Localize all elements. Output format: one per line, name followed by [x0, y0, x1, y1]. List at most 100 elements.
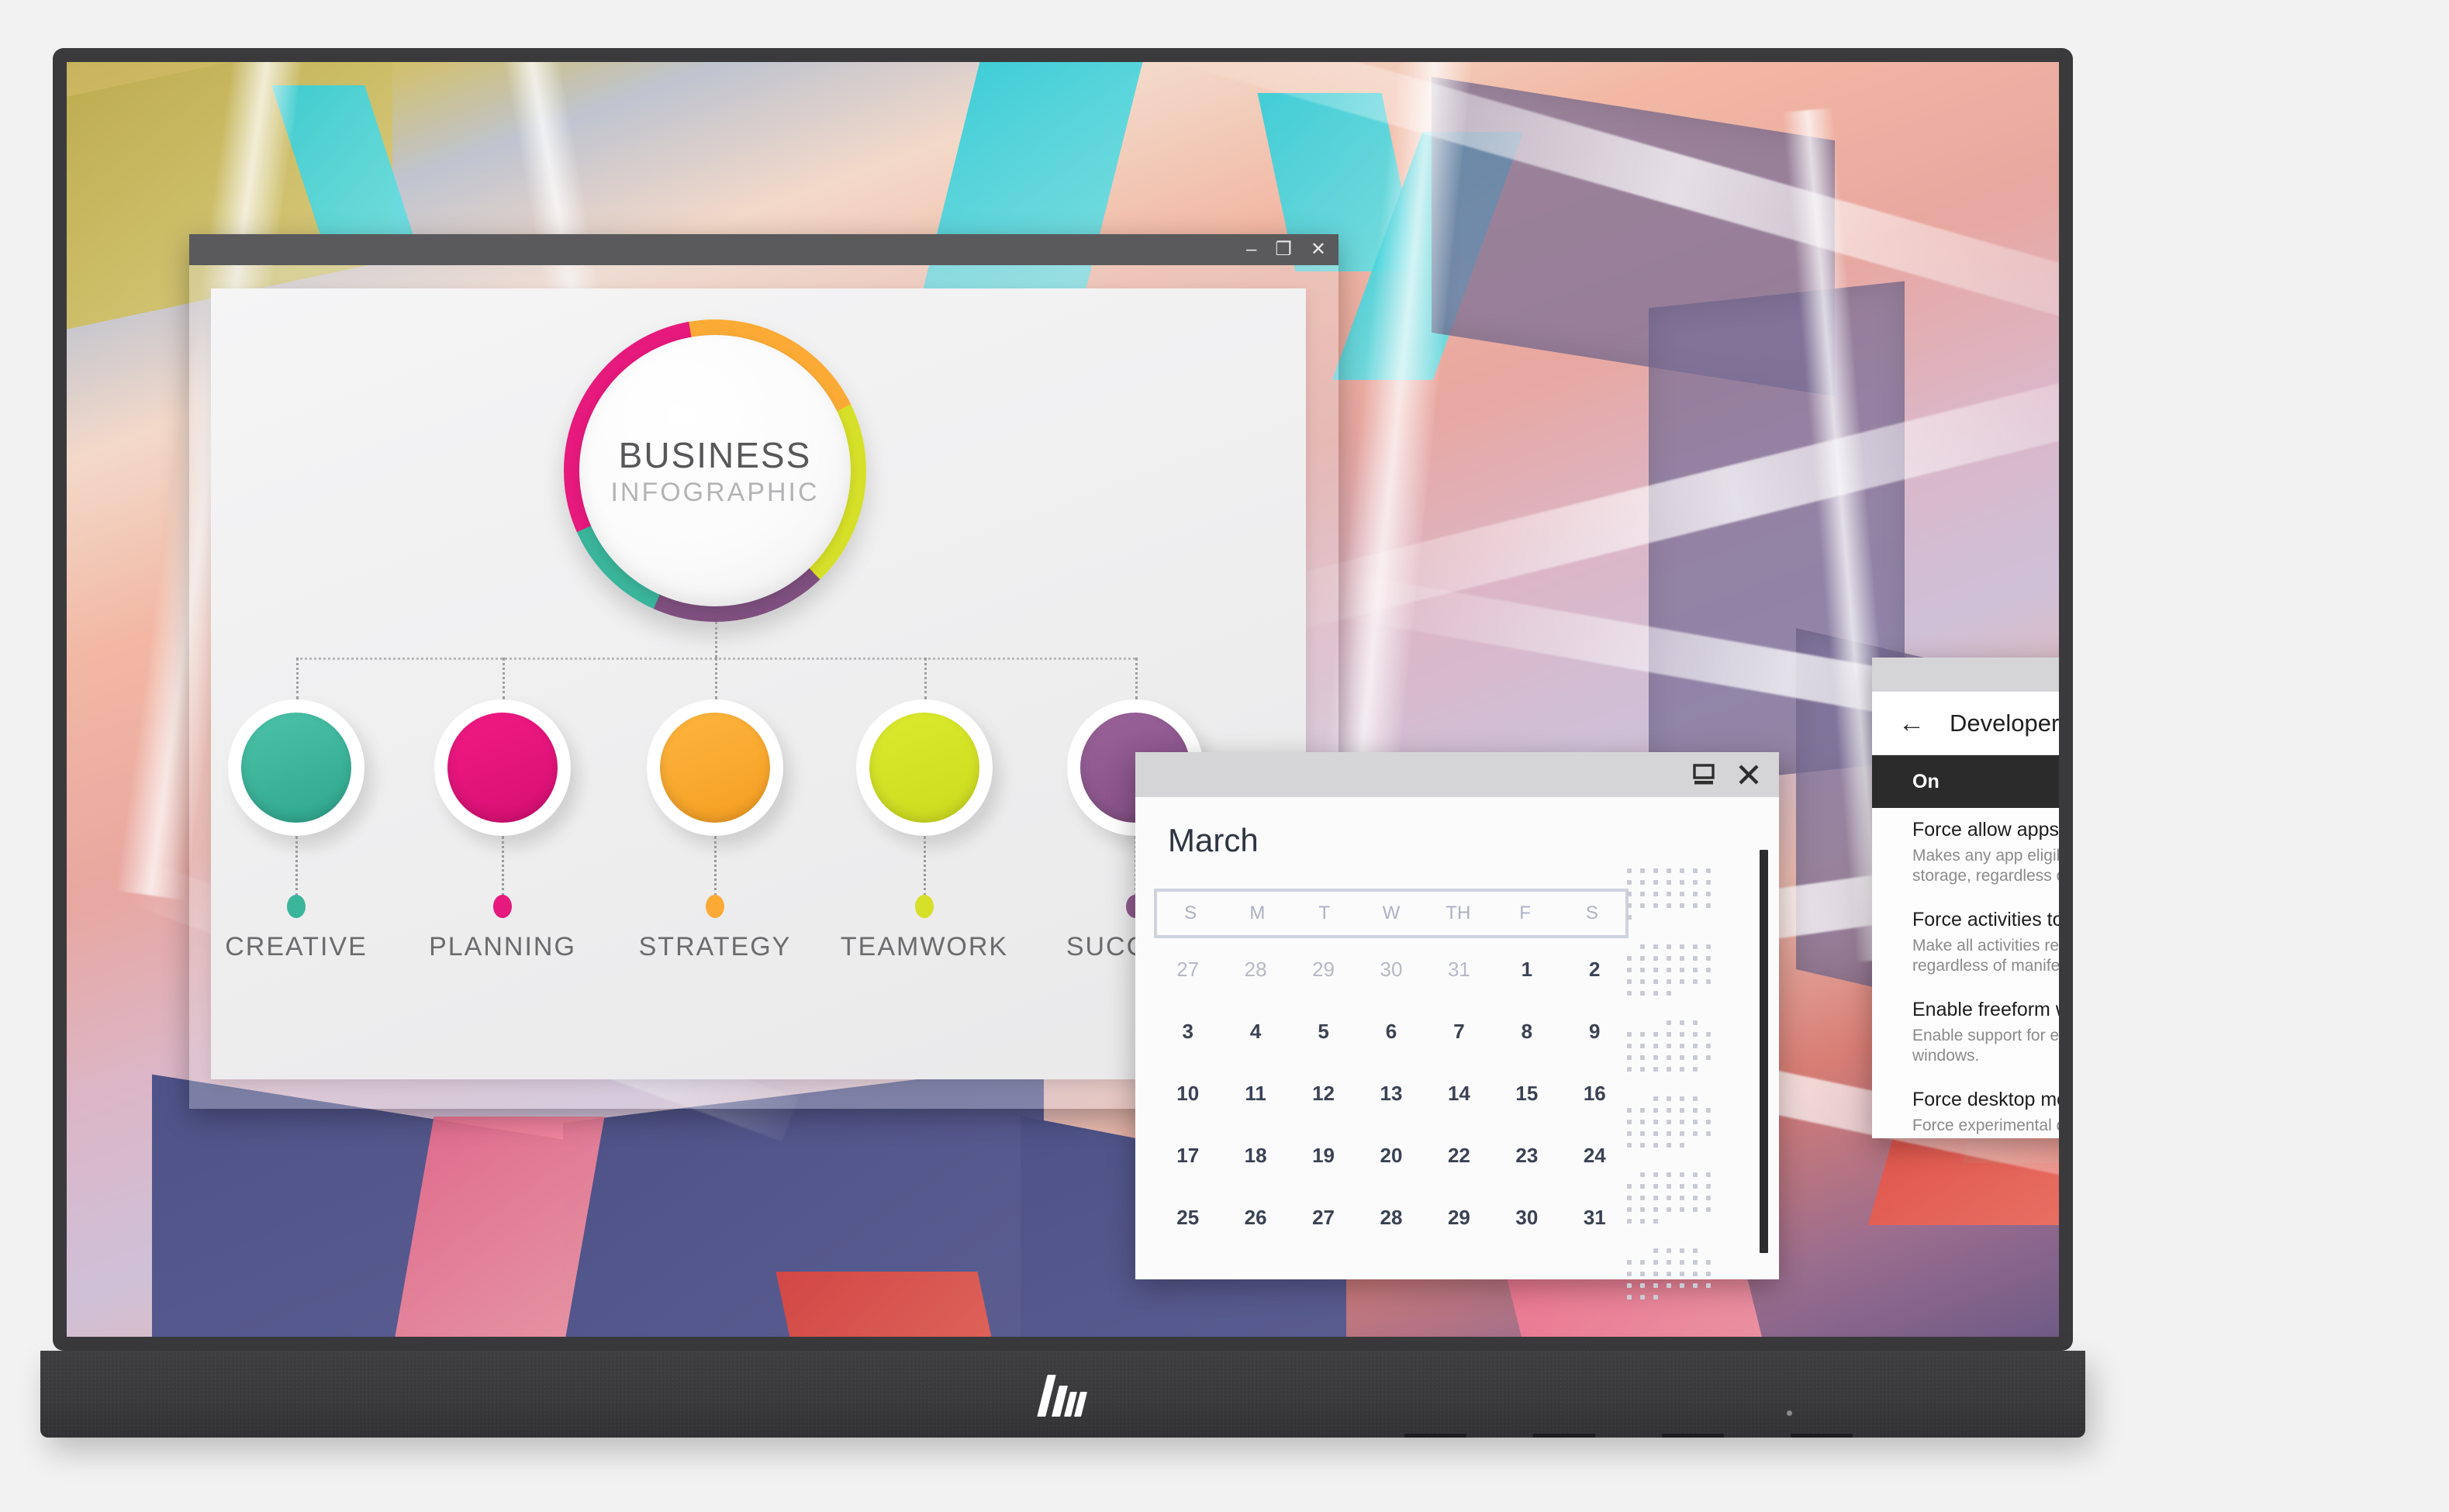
restore-icon[interactable] — [1692, 763, 1715, 786]
infographic-hub: BUSINESS INFOGRAPHIC — [564, 319, 866, 622]
node-label: STRATEGY — [620, 932, 810, 962]
close-icon[interactable] — [1737, 763, 1760, 786]
developer-options-window[interactable]: ← Developer options On Force allow apps … — [1872, 658, 2059, 1138]
calendar-day-cell[interactable]: 20 — [1357, 1144, 1425, 1168]
close-icon[interactable]: ✕ — [1311, 240, 1326, 259]
calendar-day-cell[interactable]: 24 — [1561, 1144, 1629, 1168]
calendar-day-cell[interactable]: 14 — [1425, 1082, 1493, 1106]
calendar-scrollbar[interactable] — [1760, 850, 1768, 1253]
dot-block — [1627, 944, 1712, 996]
developer-options-list[interactable]: Force allow apps on external Makes any a… — [1872, 808, 2059, 1138]
infographic-node-creative[interactable]: CREATIVE — [228, 699, 364, 836]
node-dot — [915, 895, 934, 918]
node-stem — [502, 836, 504, 896]
node-label: PLANNING — [408, 932, 597, 962]
calendar-day-cell[interactable]: 7 — [1425, 1020, 1493, 1044]
developer-options-titlebar[interactable] — [1872, 658, 2059, 692]
calendar-day-cell[interactable]: 29 — [1425, 1206, 1493, 1230]
calendar-day-cell[interactable]: 3 — [1154, 1020, 1221, 1044]
hub-title: BUSINESS — [619, 434, 812, 476]
calendar-day-cell[interactable]: 4 — [1221, 1020, 1289, 1044]
settings-row-force-allow-apps-on-external[interactable]: Force allow apps on external Makes any a… — [1872, 808, 2059, 898]
calendar-day-cell[interactable]: 1 — [1493, 958, 1560, 982]
page-title: Developer options — [1950, 709, 2059, 737]
node-label: CREATIVE — [211, 932, 391, 962]
calendar-day-cell[interactable]: 28 — [1221, 958, 1289, 982]
settings-row-title: Force allow apps on external — [1912, 819, 2059, 841]
calendar-day-cell[interactable]: 15 — [1493, 1082, 1560, 1106]
calendar-day-cell[interactable]: 12 — [1290, 1082, 1357, 1106]
settings-row-text: Force allow apps on external Makes any a… — [1912, 819, 2059, 887]
calendar-day-cell[interactable]: 28 — [1357, 1206, 1425, 1230]
chin-buttons[interactable] — [40, 1433, 2085, 1438]
osd-button[interactable] — [1404, 1434, 1466, 1438]
calendar-week-row: 17 18 19 20 22 23 24 — [1154, 1124, 1629, 1186]
calendar-day-cell[interactable]: 5 — [1290, 1020, 1357, 1044]
calendar-month-title: March — [1168, 822, 1259, 859]
node-stem — [295, 836, 298, 896]
calendar-day-cell[interactable]: 17 — [1154, 1144, 1221, 1168]
developer-options-header: ← Developer options — [1872, 692, 2059, 755]
node-stem — [924, 836, 926, 896]
calendar-day-cell[interactable]: 9 — [1561, 1020, 1629, 1044]
infographic-titlebar[interactable]: – ❐ ✕ — [189, 234, 1338, 265]
calendar-day-cell[interactable]: 2 — [1561, 958, 1629, 982]
calendar-titlebar[interactable] — [1135, 752, 1779, 797]
monitor-bezel: – ❐ ✕ BUSINESS INFOGRAPHIC — [53, 48, 2073, 1351]
calendar-week-row: 25 26 27 28 29 30 31 — [1154, 1186, 1629, 1248]
weekday-header-cell: W — [1358, 903, 1425, 924]
calendar-day-cell[interactable]: 26 — [1221, 1206, 1289, 1230]
calendar-day-cell[interactable]: 22 — [1425, 1144, 1493, 1168]
desktop[interactable]: – ❐ ✕ BUSINESS INFOGRAPHIC — [67, 62, 2059, 1337]
calendar-week-row: 27 28 29 30 31 1 2 — [1154, 938, 1629, 1000]
settings-row-force-desktop-mode[interactable]: Force desktop mode Force experimental de… — [1872, 1078, 2059, 1138]
calendar-day-cell[interactable]: 25 — [1154, 1206, 1221, 1230]
calendar-grid[interactable]: S M T W TH F S 27 28 29 30 31 1 — [1154, 889, 1629, 1248]
calendar-day-cell[interactable]: 23 — [1493, 1144, 1560, 1168]
calendar-day-cell[interactable]: 27 — [1154, 958, 1221, 982]
back-arrow-icon[interactable]: ← — [1898, 710, 1925, 737]
calendar-day-cell[interactable]: 10 — [1154, 1082, 1221, 1106]
calendar-day-cell[interactable]: 30 — [1493, 1206, 1560, 1230]
settings-row-description: Force experimental destop mode on — [1912, 1116, 2059, 1136]
dot-block — [1627, 1020, 1712, 1072]
calendar-day-cell[interactable]: 6 — [1357, 1020, 1425, 1044]
infographic-node-teamwork[interactable]: TEAMWORK — [856, 699, 993, 836]
node-disc — [856, 699, 993, 836]
infographic-node-planning[interactable]: PLANNING — [434, 699, 571, 836]
calendar-dot-pattern — [1627, 868, 1712, 1324]
osd-button[interactable] — [1662, 1434, 1724, 1438]
node-dot — [706, 895, 724, 918]
calendar-weekday-header: S M T W TH F S — [1154, 889, 1629, 938]
osd-button[interactable] — [1791, 1434, 1853, 1438]
monitor-chin — [40, 1351, 2085, 1438]
calendar-day-cell[interactable]: 16 — [1561, 1082, 1629, 1106]
minimize-icon[interactable]: – — [1246, 240, 1256, 259]
calendar-day-cell[interactable]: 27 — [1290, 1206, 1357, 1230]
calendar-day-cell[interactable]: 29 — [1290, 958, 1357, 982]
weekday-header-cell: F — [1491, 903, 1558, 924]
calendar-day-cell[interactable]: 19 — [1290, 1144, 1357, 1168]
calendar-day-cell[interactable]: 31 — [1561, 1206, 1629, 1230]
developer-options-master-switch[interactable]: On — [1872, 755, 2059, 808]
settings-row-description: Makes any app eligible to be written to … — [1912, 846, 2059, 887]
dot-block — [1627, 1172, 1712, 1224]
dot-block — [1627, 1248, 1712, 1300]
calendar-window[interactable]: March S M T W TH F S 27 28 29 — [1135, 752, 1779, 1279]
master-switch-label: On — [1912, 771, 1940, 793]
calendar-day-cell[interactable]: 18 — [1221, 1144, 1289, 1168]
calendar-day-cell[interactable]: 31 — [1425, 958, 1493, 982]
calendar-week-row: 3 4 5 6 7 8 9 — [1154, 1000, 1629, 1062]
settings-row-enable-freeform-windows[interactable]: Enable freeform windows Enable support f… — [1872, 988, 2059, 1078]
settings-row-force-activities-to-be-resizable[interactable]: Force activities to be resizable Make al… — [1872, 898, 2059, 988]
maximize-icon[interactable]: ❐ — [1275, 240, 1292, 259]
infographic-node-strategy[interactable]: STRATEGY — [647, 699, 783, 836]
weekday-header-cell: TH — [1425, 903, 1491, 924]
calendar-day-cell[interactable]: 30 — [1357, 958, 1425, 982]
calendar-day-cell[interactable]: 11 — [1221, 1082, 1289, 1106]
calendar-day-cell[interactable]: 8 — [1493, 1020, 1560, 1044]
hp-logo — [1038, 1370, 1089, 1418]
calendar-day-cell[interactable]: 13 — [1357, 1082, 1425, 1106]
osd-button[interactable] — [1533, 1434, 1595, 1438]
dot-block — [1627, 868, 1712, 920]
